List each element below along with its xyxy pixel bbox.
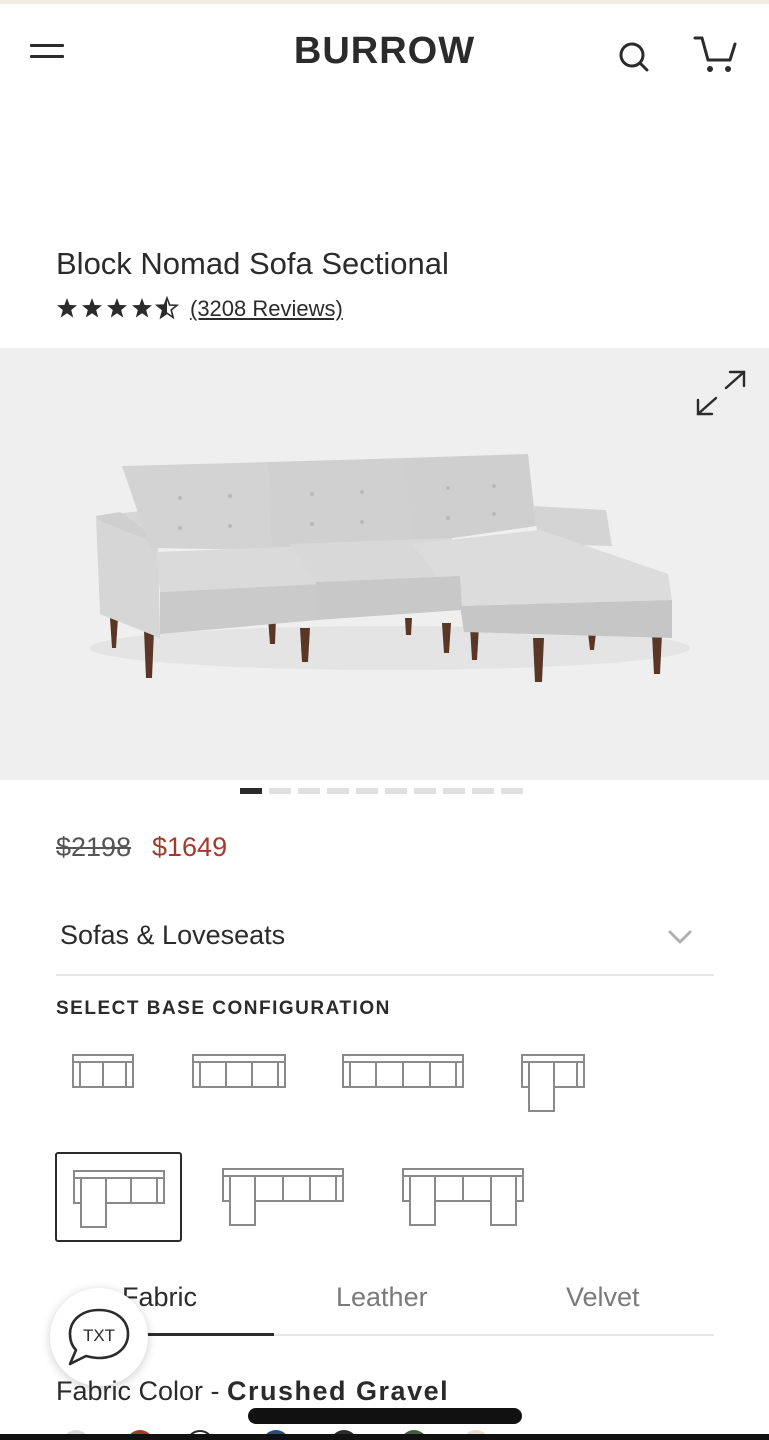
config-chaise-icon[interactable] <box>519 1052 587 1114</box>
sofa-illustration <box>90 454 690 682</box>
fabric-color-row: Fabric Color - Crushed Gravel <box>56 1376 449 1407</box>
product-title: Block Nomad Sofa Sectional <box>56 246 449 281</box>
configuration-heading: SELECT BASE CONFIGURATION <box>56 998 391 1019</box>
top-edge-line <box>0 0 769 4</box>
chat-txt-button[interactable]: TXT <box>50 1288 148 1386</box>
rating-stars-icon <box>57 297 178 319</box>
image-pagination <box>240 788 523 796</box>
bottom-edge-bar <box>0 1434 769 1440</box>
cart-icon[interactable] <box>692 34 738 76</box>
expand-icon[interactable] <box>694 366 748 420</box>
pagination-dot[interactable] <box>501 788 523 794</box>
tab-velvet[interactable]: Velvet <box>566 1282 640 1313</box>
fabric-color-value: Crushed Gravel <box>227 1376 450 1406</box>
tab-leather[interactable]: Leather <box>336 1282 428 1313</box>
rating-stars <box>56 296 180 326</box>
sale-price: $1649 <box>152 832 228 862</box>
pagination-dot[interactable] <box>298 788 320 794</box>
config-sofa-icon[interactable] <box>340 1052 466 1090</box>
product-image[interactable] <box>0 348 769 780</box>
config-armchair-icon[interactable] <box>70 1052 136 1090</box>
original-price: $2198 <box>56 832 132 862</box>
chat-bubble-icon: TXT <box>68 1308 130 1366</box>
config-u-sectional-icon[interactable] <box>400 1166 526 1228</box>
brand-logo[interactable]: BURROW <box>0 30 769 73</box>
config-loveseat-icon[interactable] <box>190 1052 288 1090</box>
pagination-dot[interactable] <box>327 788 349 794</box>
fabric-color-label: Fabric Color - <box>56 1376 228 1406</box>
config-sectional-chaise-option[interactable] <box>55 1152 182 1242</box>
chat-button-label: TXT <box>83 1326 115 1345</box>
category-selected-label: Sofas & Loveseats <box>60 920 286 950</box>
pagination-dot[interactable] <box>240 788 262 794</box>
reviews-link[interactable]: (3208 Reviews) <box>190 296 343 322</box>
pagination-dot[interactable] <box>385 788 407 794</box>
chevron-down-icon <box>668 930 692 944</box>
pagination-dot[interactable] <box>356 788 378 794</box>
search-icon[interactable] <box>616 38 652 74</box>
pagination-dot[interactable] <box>269 788 291 794</box>
config-sectional-long-icon[interactable] <box>220 1166 346 1228</box>
config-sectional-chaise-icon <box>73 1170 165 1228</box>
category-dropdown[interactable]: Sofas & Loveseats <box>56 906 714 976</box>
pagination-dot[interactable] <box>472 788 494 794</box>
pagination-dot[interactable] <box>414 788 436 794</box>
pagination-dot[interactable] <box>443 788 465 794</box>
home-indicator[interactable] <box>248 1408 522 1424</box>
